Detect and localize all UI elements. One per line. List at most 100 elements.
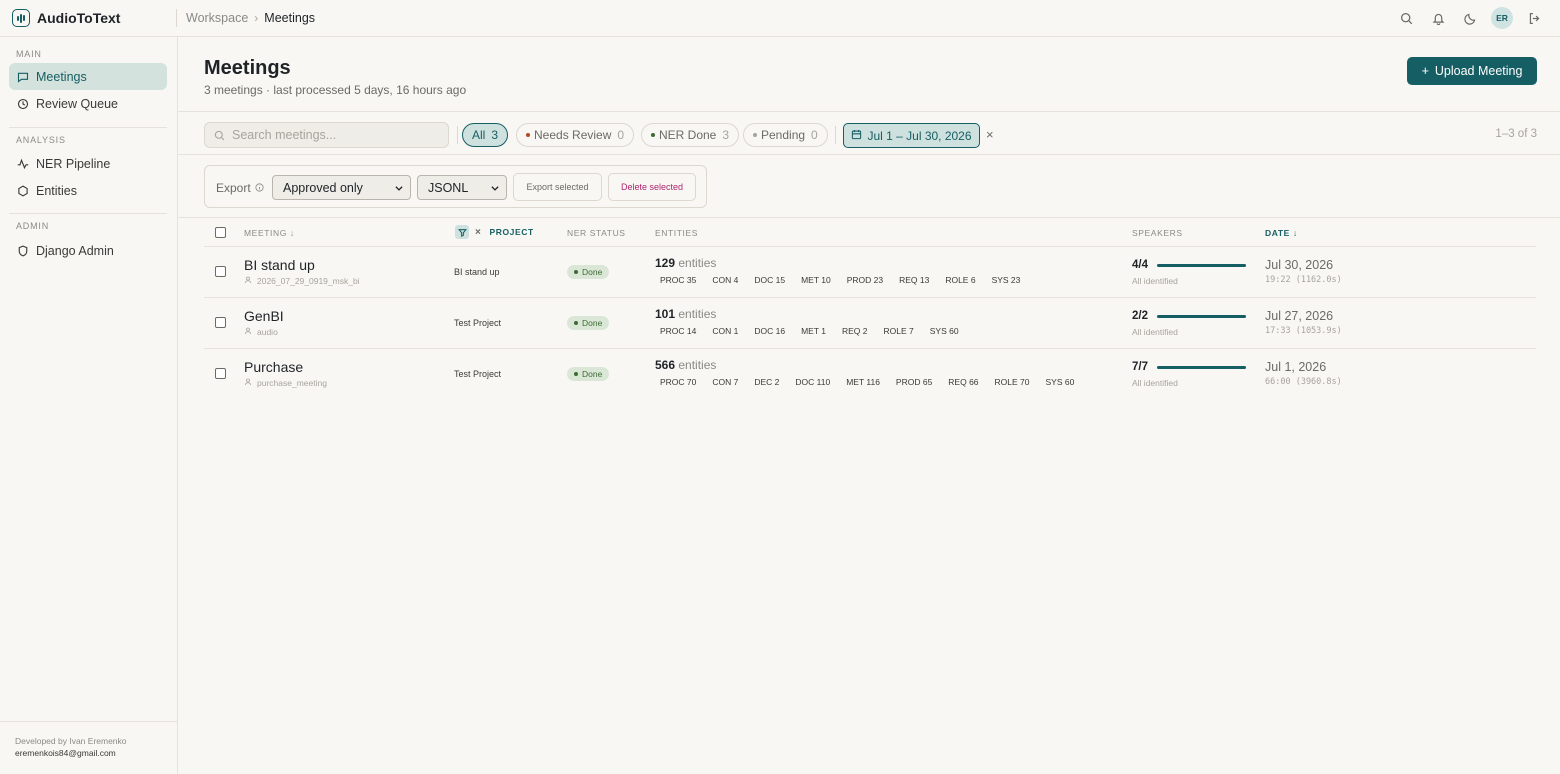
entity-tags: PROC 70 CON 7 DEC 2 DOC 110 MET 116 PROD 65 RE… xyxy=(655,376,1079,389)
entity-tag[interactable]: DEC 2 xyxy=(749,376,784,389)
entity-tag[interactable]: SYS 60 xyxy=(925,325,964,338)
entity-tag[interactable]: SYS 23 xyxy=(987,274,1026,287)
filter-chip-needs-review[interactable]: Needs Review 0 xyxy=(516,123,635,147)
table-row[interactable]: Purchase purchase_meeting Test Project Done… xyxy=(204,348,1536,399)
clear-project-filter-icon[interactable]: × xyxy=(475,227,481,238)
bell-icon[interactable] xyxy=(1422,5,1454,31)
status-dot xyxy=(526,133,530,137)
entity-tag[interactable]: MET 1 xyxy=(796,325,831,338)
meeting-title[interactable]: Purchase xyxy=(244,359,303,375)
filter-icon[interactable] xyxy=(455,225,469,239)
app-name: AudioToText xyxy=(37,10,121,26)
meeting-title[interactable]: BI stand up xyxy=(244,257,315,273)
entity-tag[interactable]: PROC 35 xyxy=(655,274,701,287)
status-label: Done xyxy=(582,318,603,328)
entity-tag[interactable]: PROD 65 xyxy=(891,376,937,389)
status-dot xyxy=(651,133,655,137)
speakers-note: All identified xyxy=(1132,276,1178,286)
breadcrumb-current: Meetings xyxy=(264,11,316,25)
entity-tag[interactable]: ROLE 70 xyxy=(990,376,1035,389)
sidebar-item-review-queue[interactable]: Review Queue xyxy=(9,90,167,117)
column-header-entities: ENTITIES xyxy=(655,228,699,238)
date-range-filter[interactable]: Jul 1 – Jul 30, 2026 xyxy=(843,123,980,148)
page-title: Meetings xyxy=(204,57,291,79)
meeting-date: Jul 27, 2026 xyxy=(1265,309,1334,323)
chip-count: 0 xyxy=(617,128,625,142)
nav-section-admin: ADMIN xyxy=(16,221,49,231)
status-label: Done xyxy=(582,369,603,379)
chip-label: Needs Review xyxy=(534,128,612,142)
table-row[interactable]: BI stand up 2026_07_29_0919_msk_bi BI stan… xyxy=(204,246,1536,297)
entities-count: 129 entities xyxy=(655,256,716,270)
divider xyxy=(176,9,177,27)
meeting-file: audio xyxy=(244,327,278,337)
table-header: MEETING ↓ × PROJECT NER STATUS ENTITIES … xyxy=(178,217,1560,247)
status-dot xyxy=(574,321,578,325)
export-scope-select[interactable]: Approved only xyxy=(272,175,411,200)
search-icon[interactable] xyxy=(1390,5,1422,31)
export-selected-button[interactable]: Export selected xyxy=(513,173,602,201)
speakers-progress-fill xyxy=(1157,264,1246,267)
entities-word: entities xyxy=(678,358,717,372)
sidebar-item-meetings[interactable]: Meetings xyxy=(9,63,167,90)
entity-tag[interactable]: REQ 66 xyxy=(943,376,983,389)
column-header-meeting[interactable]: MEETING ↓ xyxy=(244,228,295,238)
developer-email[interactable]: eremenkois84@gmail.com xyxy=(15,747,177,759)
meeting-title[interactable]: GenBI xyxy=(244,308,284,324)
row-checkbox[interactable] xyxy=(215,368,226,379)
entity-tag[interactable]: PROD 23 xyxy=(842,274,888,287)
entity-tag[interactable]: MET 10 xyxy=(796,274,836,287)
row-checkbox[interactable] xyxy=(215,317,226,328)
delete-selected-button[interactable]: Delete selected xyxy=(608,173,696,201)
entity-tag[interactable]: PROC 14 xyxy=(655,325,701,338)
status-label: Done xyxy=(582,267,603,277)
entity-tag[interactable]: CON 7 xyxy=(707,376,743,389)
meeting-date: Jul 30, 2026 xyxy=(1265,258,1334,272)
column-header-project[interactable]: × PROJECT xyxy=(455,225,534,239)
entity-tag[interactable]: MET 116 xyxy=(841,376,885,389)
entity-tag[interactable]: DOC 110 xyxy=(790,376,835,389)
filter-chip-all[interactable]: All 3 xyxy=(462,123,509,147)
row-checkbox[interactable] xyxy=(215,266,226,277)
clear-date-filter-button[interactable]: × xyxy=(986,127,994,142)
chip-label: All xyxy=(472,128,486,142)
sidebar-item-label: NER Pipeline xyxy=(36,156,111,171)
meeting-project: BI stand up xyxy=(454,267,500,277)
sidebar-item-entities[interactable]: Entities xyxy=(9,177,167,204)
search-input[interactable]: Search meetings... xyxy=(204,122,449,148)
upload-meeting-button[interactable]: + Upload Meeting xyxy=(1407,57,1537,85)
sidebar-item-ner-pipeline[interactable]: NER Pipeline xyxy=(9,150,167,177)
nav-section-analysis: ANALYSIS xyxy=(16,135,66,145)
chat-icon xyxy=(16,70,30,84)
meeting-file-name: purchase_meeting xyxy=(257,378,327,388)
chip-count: 0 xyxy=(811,128,818,142)
calendar-icon xyxy=(851,129,862,143)
entity-tag[interactable]: SYS 60 xyxy=(1041,376,1080,389)
entity-tag[interactable]: DOC 15 xyxy=(749,274,790,287)
filter-chip-pending[interactable]: Pending 0 xyxy=(743,123,828,147)
sidebar-item-django-admin[interactable]: Django Admin xyxy=(9,237,167,264)
entity-tag[interactable]: REQ 13 xyxy=(894,274,934,287)
speakers-progress-bar xyxy=(1157,315,1246,318)
logout-icon[interactable] xyxy=(1518,5,1550,31)
chevron-down-icon xyxy=(490,183,500,193)
entity-tag[interactable]: REQ 2 xyxy=(837,325,873,338)
divider xyxy=(835,126,836,144)
export-format-select[interactable]: JSONL xyxy=(417,175,507,200)
avatar[interactable]: ER xyxy=(1491,7,1513,29)
filter-chip-ner-done[interactable]: NER Done 3 xyxy=(641,123,740,147)
entity-tag[interactable]: CON 1 xyxy=(707,325,743,338)
moon-icon[interactable] xyxy=(1454,5,1486,31)
breadcrumb-workspace[interactable]: Workspace xyxy=(186,11,248,25)
entity-tag[interactable]: PROC 70 xyxy=(655,376,701,389)
info-icon[interactable] xyxy=(255,181,264,195)
entity-tag[interactable]: DOC 16 xyxy=(749,325,790,338)
brand[interactable]: AudioToText xyxy=(0,0,178,37)
entity-tag[interactable]: ROLE 6 xyxy=(940,274,980,287)
select-all-checkbox[interactable] xyxy=(215,227,226,238)
column-header-date[interactable]: DATE ↓ xyxy=(1265,228,1298,238)
speakers-progress-fill xyxy=(1157,366,1246,369)
entity-tag[interactable]: CON 4 xyxy=(707,274,743,287)
table-row[interactable]: GenBI audio Test Project Done 101 entities PR… xyxy=(204,297,1536,348)
entity-tag[interactable]: ROLE 7 xyxy=(878,325,918,338)
